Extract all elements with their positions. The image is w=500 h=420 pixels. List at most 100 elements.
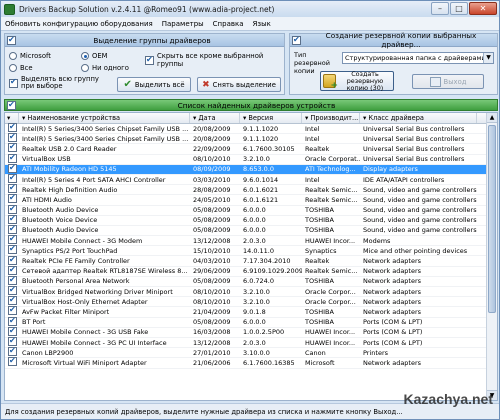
vertical-scrollbar[interactable]: ▲ ▼ bbox=[486, 113, 497, 400]
row-checkbox[interactable] bbox=[8, 194, 17, 204]
row-checkbox[interactable] bbox=[8, 245, 17, 255]
row-checkbox[interactable] bbox=[8, 265, 17, 275]
minimize-button[interactable]: – bbox=[431, 2, 449, 15]
row-checkbox[interactable] bbox=[8, 316, 17, 326]
row-checkbox[interactable] bbox=[8, 296, 17, 306]
header-check[interactable]: ▾ bbox=[5, 113, 19, 123]
cell-manufacturer: ATI Technolog... bbox=[305, 165, 356, 174]
row-checkbox[interactable] bbox=[8, 224, 17, 234]
table-row[interactable]: Сетевой адаптер Realtek RTL8187SE Wirele… bbox=[5, 265, 497, 277]
table-row[interactable]: Microsoft Virtual WiFi Miniport Adapter 2… bbox=[5, 357, 497, 369]
column-device-name[interactable]: ▾ Наименование устройства bbox=[19, 113, 190, 123]
close-button[interactable]: ✕ bbox=[469, 2, 497, 15]
cell-driver-class: Ports (COM & LPT) bbox=[363, 338, 423, 347]
driver-list-toggle[interactable] bbox=[7, 100, 16, 110]
table-row[interactable]: VirtualBox USB 08/10/2010 3.2.10.0 Oracle C… bbox=[5, 153, 497, 165]
row-checkbox[interactable] bbox=[8, 153, 17, 163]
cell-driver-class: Universal Serial Bus controllers bbox=[363, 144, 465, 153]
row-checkbox[interactable] bbox=[8, 337, 17, 347]
radio-all-circle[interactable] bbox=[9, 64, 17, 72]
column-date[interactable]: ▾ Дата bbox=[190, 113, 240, 123]
select-all-button[interactable]: ✔ Выделить всё bbox=[117, 77, 191, 92]
table-row[interactable]: HUAWEI Mobile Connect - 3G PC UI Interfa… bbox=[5, 337, 497, 349]
row-checkbox[interactable] bbox=[8, 123, 17, 133]
check-icon: ✔ bbox=[123, 79, 132, 90]
cell-driver-class: Sound, video and game controllers bbox=[363, 226, 477, 235]
group-selection-toggle[interactable] bbox=[7, 35, 16, 45]
row-checkbox[interactable] bbox=[8, 143, 17, 153]
column-driver-class[interactable]: ▾ Класс драйвера bbox=[360, 113, 477, 123]
menu-parameters[interactable]: Параметры bbox=[162, 20, 204, 28]
create-backup-button[interactable]: Создать резервную копию (30) bbox=[320, 70, 394, 91]
row-checkbox[interactable] bbox=[8, 275, 17, 285]
radio-microsoft[interactable]: Microsoft bbox=[9, 52, 51, 60]
cell-driver-class: Network adapters bbox=[363, 307, 422, 316]
cell-device-name: Intel(R) 5 Series 4 Port SATA AHCI Contr… bbox=[22, 175, 166, 184]
table-row[interactable]: Bluetooth Voice Device 05/08/2009 6.0.0.0 T… bbox=[5, 214, 497, 226]
hide-all-checkbox[interactable] bbox=[145, 55, 154, 65]
radio-oem-circle[interactable] bbox=[81, 52, 89, 60]
scroll-up-icon[interactable]: ▲ bbox=[487, 113, 497, 123]
row-checkbox[interactable] bbox=[8, 255, 17, 265]
scroll-thumb[interactable] bbox=[488, 125, 496, 313]
table-row[interactable]: Intel(R) 5 Series 4 Port SATA AHCI Contr… bbox=[5, 174, 497, 186]
hide-all-label: Скрыть все кроме выбранной группы bbox=[157, 52, 264, 68]
cell-device-name: Сетевой адаптер Realtek RTL8187SE Wirele… bbox=[22, 267, 188, 276]
row-checkbox[interactable] bbox=[8, 235, 17, 245]
table-row[interactable]: AvFw Packet Filter Miniport 21/04/2009 9.0… bbox=[5, 306, 497, 318]
deselect-button[interactable]: ✖ Снять выделение bbox=[197, 77, 281, 92]
row-checkbox[interactable] bbox=[8, 174, 17, 184]
exit-button[interactable]: Выход bbox=[412, 74, 484, 89]
column-manufacturer[interactable]: ▾ Производит... bbox=[302, 113, 360, 123]
radio-none[interactable]: Ни одного bbox=[81, 64, 129, 72]
row-checkbox[interactable] bbox=[8, 306, 17, 316]
row-checkbox[interactable] bbox=[8, 163, 17, 173]
table-row[interactable]: ATI HDMI Audio 24/05/2010 6.0.1.6121 Realte… bbox=[5, 194, 497, 206]
row-checkbox[interactable] bbox=[8, 184, 17, 194]
exit-label: Выход bbox=[443, 77, 467, 86]
radio-oem[interactable]: OEM bbox=[81, 52, 108, 60]
table-row[interactable]: Intel(R) 5 Series/3400 Series Chipset Fa… bbox=[5, 123, 497, 135]
cell-manufacturer: TOSHIBA bbox=[305, 206, 334, 215]
cell-manufacturer: Microsoft bbox=[305, 358, 335, 367]
column-version[interactable]: ▾ Версия bbox=[240, 113, 302, 123]
row-checkbox[interactable] bbox=[8, 214, 17, 224]
cell-manufacturer: Realtek Semic... bbox=[305, 195, 358, 204]
table-row[interactable]: VirtualBox Host-Only Ethernet Adapter 08/… bbox=[5, 296, 497, 308]
maximize-button[interactable]: □ bbox=[450, 2, 468, 15]
row-checkbox[interactable] bbox=[8, 204, 17, 214]
table-row[interactable]: Canon LBP2900 27/01/2010 3.10.0.0 Canon Prin… bbox=[5, 347, 497, 359]
menu-refresh-config[interactable]: Обновить конфигурацию оборудования bbox=[5, 20, 153, 28]
cell-device-name: Realtek High Definition Audio bbox=[22, 185, 118, 194]
menu-language[interactable]: Язык bbox=[253, 20, 271, 28]
table-row[interactable]: Synaptics PS/2 Port TouchPad 15/10/2010 14… bbox=[5, 245, 497, 257]
backup-panel-toggle[interactable] bbox=[292, 35, 301, 45]
table-row[interactable]: Bluetooth Audio Device 05/08/2009 6.0.0.0 T… bbox=[5, 224, 497, 237]
table-row[interactable]: ATI Mobility Radeon HD 5145 08/09/2009 8.6… bbox=[5, 163, 497, 175]
table-row[interactable]: Realtek USB 2.0 Card Reader 22/09/2009 6.1… bbox=[5, 143, 497, 155]
table-row[interactable]: VirtualBox Bridged Networking Driver Min… bbox=[5, 286, 497, 298]
table-row[interactable]: HUAWEI Mobile Connect - 3G USB Fake 16/03… bbox=[5, 326, 497, 338]
radio-none-circle[interactable] bbox=[81, 64, 89, 72]
select-group-checkbox[interactable] bbox=[9, 78, 18, 88]
backup-type-select[interactable]: Структурированная папка с драйверами ▼ bbox=[342, 52, 494, 64]
select-group-option[interactable]: Выделять всю группу при выборе bbox=[9, 76, 107, 90]
table-row[interactable]: Bluetooth Personal Area Network 05/08/200… bbox=[5, 275, 497, 287]
table-row[interactable]: Intel(R) 5 Series/3400 Series Chipset Fa… bbox=[5, 133, 497, 145]
table-row[interactable]: Realtek High Definition Audio 28/08/2009 6… bbox=[5, 184, 497, 196]
row-checkbox[interactable] bbox=[8, 286, 17, 296]
menu-help[interactable]: Справка bbox=[213, 20, 244, 28]
table-row[interactable]: HUAWEI Mobile Connect - 3G Modem 13/12/20… bbox=[5, 235, 497, 247]
radio-microsoft-circle[interactable] bbox=[9, 52, 17, 60]
row-checkbox[interactable] bbox=[8, 326, 17, 336]
table-row[interactable]: Realtek PCIe FE Family Controller 04/03/2… bbox=[5, 255, 497, 267]
hide-all-option[interactable]: Скрыть все кроме выбранной группы bbox=[145, 52, 284, 68]
table-row[interactable]: BT Port 05/08/2009 6.0.0.0 TOSHIBA Ports (CO… bbox=[5, 316, 497, 328]
row-checkbox[interactable] bbox=[8, 347, 17, 357]
radio-all[interactable]: Все bbox=[9, 64, 33, 72]
table-row[interactable]: Bluetooth Audio Device 05/08/2009 6.0.0.0 T… bbox=[5, 204, 497, 216]
row-checkbox[interactable] bbox=[8, 133, 17, 143]
cell-manufacturer: Realtek Semic... bbox=[305, 185, 358, 194]
cell-driver-class: Universal Serial Bus controllers bbox=[363, 134, 465, 143]
row-checkbox[interactable] bbox=[8, 357, 17, 367]
